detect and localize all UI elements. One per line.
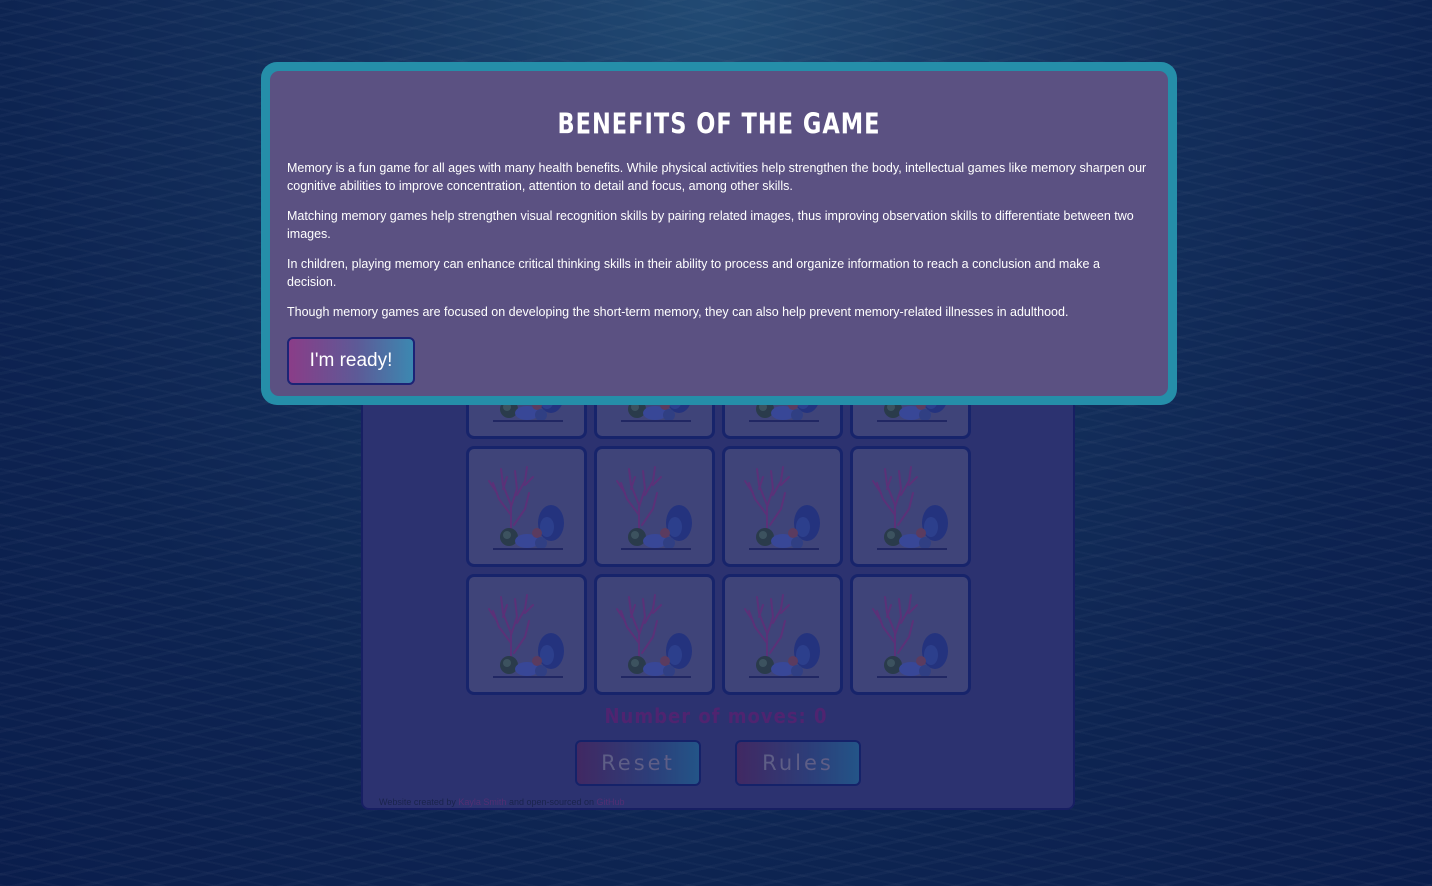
modal-title: Benefits of the game — [557, 106, 881, 141]
modal-paragraph: Though memory games are focused on devel… — [287, 305, 1069, 319]
ready-button[interactable]: I'm ready! — [287, 337, 415, 385]
benefits-modal: Benefits of the game Memory is a fun gam… — [261, 62, 1177, 405]
modal-content: Benefits of the game Memory is a fun gam… — [270, 71, 1168, 396]
modal-paragraph: In children, playing memory can enhance … — [287, 257, 1100, 289]
modal-paragraph: Memory is a fun game for all ages with m… — [287, 161, 1147, 193]
modal-paragraph: Matching memory games help strengthen vi… — [287, 209, 1134, 241]
